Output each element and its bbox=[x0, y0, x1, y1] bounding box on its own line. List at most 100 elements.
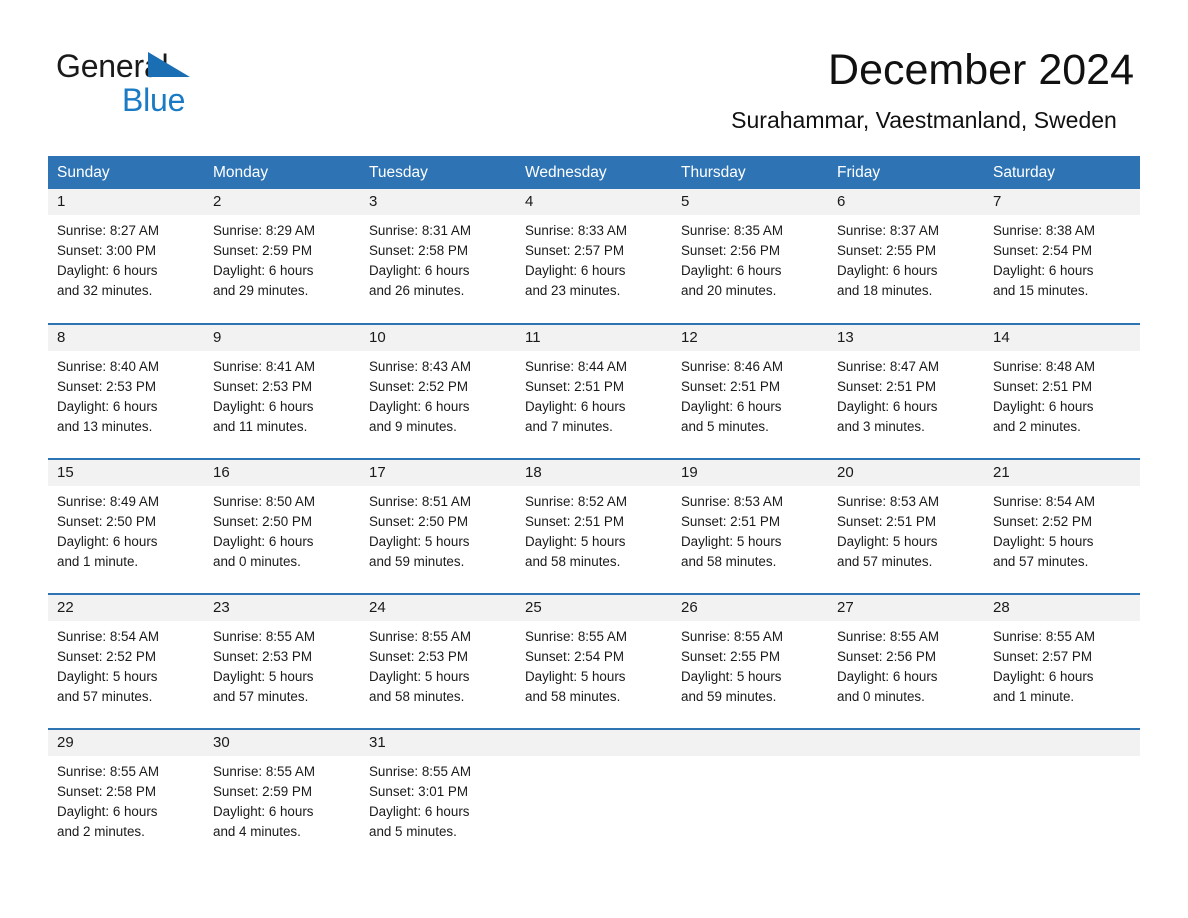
sunset-text: Sunset: 2:57 PM bbox=[525, 243, 624, 258]
day-info: Sunrise: 8:51 AM Sunset: 2:50 PM Dayligh… bbox=[360, 486, 516, 572]
day-cell[interactable]: 17 Sunrise: 8:51 AM Sunset: 2:50 PM Dayl… bbox=[360, 458, 516, 594]
day-cell[interactable]: 8 Sunrise: 8:40 AM Sunset: 2:53 PM Dayli… bbox=[48, 323, 204, 459]
daylight-text-line1: Daylight: 6 hours bbox=[993, 399, 1094, 414]
day-number: 28 bbox=[984, 595, 1140, 621]
calendar-page: General Blue December 2024 Surahammar, V… bbox=[0, 0, 1188, 918]
daylight-text-line2: and 20 minutes. bbox=[681, 283, 777, 298]
day-cell[interactable]: 13 Sunrise: 8:47 AM Sunset: 2:51 PM Dayl… bbox=[828, 323, 984, 459]
day-cell[interactable]: 12 Sunrise: 8:46 AM Sunset: 2:51 PM Dayl… bbox=[672, 323, 828, 459]
sunset-text: Sunset: 2:53 PM bbox=[213, 649, 312, 664]
day-cell[interactable]: 30 Sunrise: 8:55 AM Sunset: 2:59 PM Dayl… bbox=[204, 728, 360, 864]
sunrise-text: Sunrise: 8:38 AM bbox=[993, 223, 1095, 238]
sunset-text: Sunset: 2:58 PM bbox=[369, 243, 468, 258]
dow-header-monday: Monday bbox=[204, 156, 360, 189]
day-cell[interactable]: 1 Sunrise: 8:27 AM Sunset: 3:00 PM Dayli… bbox=[48, 189, 204, 324]
dow-header-tuesday: Tuesday bbox=[360, 156, 516, 189]
day-cell[interactable]: 16 Sunrise: 8:50 AM Sunset: 2:50 PM Dayl… bbox=[204, 458, 360, 594]
day-cell[interactable]: 29 Sunrise: 8:55 AM Sunset: 2:58 PM Dayl… bbox=[48, 728, 204, 864]
day-info: Sunrise: 8:54 AM Sunset: 2:52 PM Dayligh… bbox=[48, 621, 204, 707]
daylight-text-line2: and 58 minutes. bbox=[525, 689, 621, 704]
day-number: 16 bbox=[204, 460, 360, 486]
general-blue-logo[interactable]: General Blue bbox=[56, 50, 190, 118]
day-info: Sunrise: 8:55 AM Sunset: 2:53 PM Dayligh… bbox=[360, 621, 516, 707]
day-cell[interactable]: 15 Sunrise: 8:49 AM Sunset: 2:50 PM Dayl… bbox=[48, 458, 204, 594]
daylight-text-line1: Daylight: 6 hours bbox=[525, 399, 626, 414]
daylight-text-line2: and 5 minutes. bbox=[369, 824, 457, 839]
daylight-text-line1: Daylight: 5 hours bbox=[993, 534, 1094, 549]
day-info: Sunrise: 8:43 AM Sunset: 2:52 PM Dayligh… bbox=[360, 351, 516, 437]
day-number: 12 bbox=[672, 325, 828, 351]
daylight-text-line1: Daylight: 6 hours bbox=[681, 399, 782, 414]
day-cell-empty bbox=[672, 728, 828, 864]
day-info: Sunrise: 8:35 AM Sunset: 2:56 PM Dayligh… bbox=[672, 215, 828, 301]
daylight-text-line2: and 58 minutes. bbox=[681, 554, 777, 569]
day-cell[interactable]: 19 Sunrise: 8:53 AM Sunset: 2:51 PM Dayl… bbox=[672, 458, 828, 594]
sunrise-text: Sunrise: 8:35 AM bbox=[681, 223, 783, 238]
day-cell[interactable]: 10 Sunrise: 8:43 AM Sunset: 2:52 PM Dayl… bbox=[360, 323, 516, 459]
sunset-text: Sunset: 2:51 PM bbox=[525, 379, 624, 394]
sunset-text: Sunset: 2:51 PM bbox=[681, 379, 780, 394]
day-cell[interactable]: 26 Sunrise: 8:55 AM Sunset: 2:55 PM Dayl… bbox=[672, 593, 828, 729]
sunset-text: Sunset: 2:52 PM bbox=[57, 649, 156, 664]
day-info: Sunrise: 8:55 AM Sunset: 2:55 PM Dayligh… bbox=[672, 621, 828, 707]
day-info: Sunrise: 8:50 AM Sunset: 2:50 PM Dayligh… bbox=[204, 486, 360, 572]
sunset-text: Sunset: 2:52 PM bbox=[369, 379, 468, 394]
day-cell[interactable]: 9 Sunrise: 8:41 AM Sunset: 2:53 PM Dayli… bbox=[204, 323, 360, 459]
day-cell[interactable]: 2 Sunrise: 8:29 AM Sunset: 2:59 PM Dayli… bbox=[204, 189, 360, 324]
day-cell[interactable]: 11 Sunrise: 8:44 AM Sunset: 2:51 PM Dayl… bbox=[516, 323, 672, 459]
daylight-text-line1: Daylight: 6 hours bbox=[213, 399, 314, 414]
day-cell[interactable]: 3 Sunrise: 8:31 AM Sunset: 2:58 PM Dayli… bbox=[360, 189, 516, 324]
sunrise-text: Sunrise: 8:54 AM bbox=[57, 629, 159, 644]
day-number: 27 bbox=[828, 595, 984, 621]
logo-word-blue: Blue bbox=[122, 82, 186, 118]
day-cell[interactable]: 20 Sunrise: 8:53 AM Sunset: 2:51 PM Dayl… bbox=[828, 458, 984, 594]
day-cell[interactable]: 23 Sunrise: 8:55 AM Sunset: 2:53 PM Dayl… bbox=[204, 593, 360, 729]
daylight-text-line1: Daylight: 6 hours bbox=[57, 399, 158, 414]
day-number: 13 bbox=[828, 325, 984, 351]
day-info: Sunrise: 8:44 AM Sunset: 2:51 PM Dayligh… bbox=[516, 351, 672, 437]
daylight-text-line1: Daylight: 6 hours bbox=[993, 263, 1094, 278]
day-cell[interactable]: 5 Sunrise: 8:35 AM Sunset: 2:56 PM Dayli… bbox=[672, 189, 828, 324]
daylight-text-line2: and 57 minutes. bbox=[57, 689, 153, 704]
daylight-text-line2: and 2 minutes. bbox=[993, 419, 1081, 434]
day-info: Sunrise: 8:48 AM Sunset: 2:51 PM Dayligh… bbox=[984, 351, 1140, 437]
day-cell[interactable]: 31 Sunrise: 8:55 AM Sunset: 3:01 PM Dayl… bbox=[360, 728, 516, 864]
sunrise-text: Sunrise: 8:55 AM bbox=[993, 629, 1095, 644]
day-cell[interactable]: 22 Sunrise: 8:54 AM Sunset: 2:52 PM Dayl… bbox=[48, 593, 204, 729]
day-cell[interactable]: 4 Sunrise: 8:33 AM Sunset: 2:57 PM Dayli… bbox=[516, 189, 672, 324]
sunrise-text: Sunrise: 8:47 AM bbox=[837, 359, 939, 374]
daylight-text-line2: and 57 minutes. bbox=[213, 689, 309, 704]
day-cell[interactable]: 18 Sunrise: 8:52 AM Sunset: 2:51 PM Dayl… bbox=[516, 458, 672, 594]
sunrise-text: Sunrise: 8:46 AM bbox=[681, 359, 783, 374]
daylight-text-line1: Daylight: 6 hours bbox=[57, 263, 158, 278]
sunset-text: Sunset: 3:01 PM bbox=[369, 784, 468, 799]
day-cell[interactable]: 6 Sunrise: 8:37 AM Sunset: 2:55 PM Dayli… bbox=[828, 189, 984, 324]
day-of-week-header-row: Sunday Monday Tuesday Wednesday Thursday… bbox=[48, 156, 1140, 189]
daylight-text-line2: and 57 minutes. bbox=[993, 554, 1089, 569]
day-cell[interactable]: 27 Sunrise: 8:55 AM Sunset: 2:56 PM Dayl… bbox=[828, 593, 984, 729]
day-info: Sunrise: 8:52 AM Sunset: 2:51 PM Dayligh… bbox=[516, 486, 672, 572]
daylight-text-line2: and 4 minutes. bbox=[213, 824, 301, 839]
day-cell[interactable]: 21 Sunrise: 8:54 AM Sunset: 2:52 PM Dayl… bbox=[984, 458, 1140, 594]
day-cell[interactable]: 7 Sunrise: 8:38 AM Sunset: 2:54 PM Dayli… bbox=[984, 189, 1140, 324]
daylight-text-line1: Daylight: 6 hours bbox=[837, 263, 938, 278]
sunset-text: Sunset: 2:56 PM bbox=[681, 243, 780, 258]
dow-header-sunday: Sunday bbox=[48, 156, 204, 189]
logo-triangle-icon bbox=[148, 52, 190, 77]
sunrise-text: Sunrise: 8:55 AM bbox=[525, 629, 627, 644]
sunrise-text: Sunrise: 8:55 AM bbox=[369, 764, 471, 779]
day-number bbox=[984, 730, 1140, 756]
day-cell[interactable]: 24 Sunrise: 8:55 AM Sunset: 2:53 PM Dayl… bbox=[360, 593, 516, 729]
day-number: 7 bbox=[984, 189, 1140, 215]
day-number: 1 bbox=[48, 189, 204, 215]
daylight-text-line1: Daylight: 6 hours bbox=[369, 399, 470, 414]
dow-header-thursday: Thursday bbox=[672, 156, 828, 189]
day-number: 11 bbox=[516, 325, 672, 351]
day-cell[interactable]: 25 Sunrise: 8:55 AM Sunset: 2:54 PM Dayl… bbox=[516, 593, 672, 729]
daylight-text-line2: and 59 minutes. bbox=[681, 689, 777, 704]
day-number: 25 bbox=[516, 595, 672, 621]
day-cell[interactable]: 14 Sunrise: 8:48 AM Sunset: 2:51 PM Dayl… bbox=[984, 323, 1140, 459]
day-number: 17 bbox=[360, 460, 516, 486]
daylight-text-line2: and 7 minutes. bbox=[525, 419, 613, 434]
day-cell[interactable]: 28 Sunrise: 8:55 AM Sunset: 2:57 PM Dayl… bbox=[984, 593, 1140, 729]
